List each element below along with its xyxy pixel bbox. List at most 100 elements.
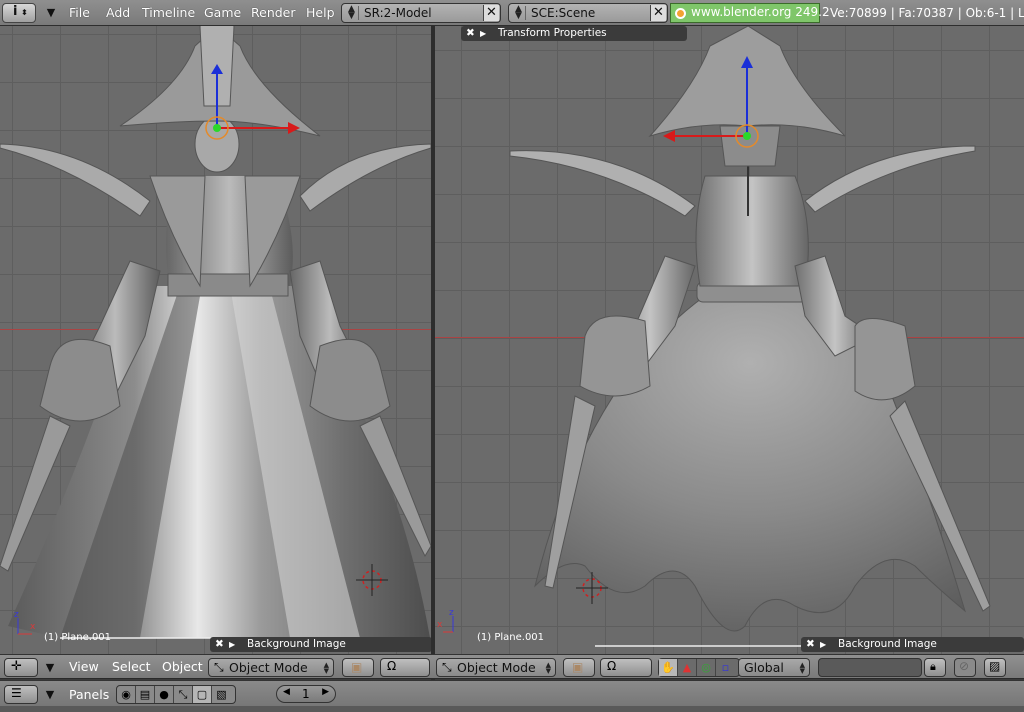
panels-menu[interactable]: Panels bbox=[69, 687, 109, 702]
context-buttons: ◉ ▤ ● ⤡ ▢ ▧ bbox=[116, 685, 236, 704]
bg-image-panel-header[interactable]: ✖ ▶ Background Image bbox=[210, 637, 431, 652]
menu-render[interactable]: Render bbox=[251, 3, 296, 23]
frame-value: 1 bbox=[302, 687, 310, 701]
close-icon[interactable]: ✖ bbox=[466, 26, 475, 41]
draw-type-button[interactable]: ▣ bbox=[563, 658, 595, 677]
magnet-icon: Ω bbox=[607, 659, 617, 673]
view3d-icon: ✛ bbox=[11, 659, 22, 674]
editor-type-button[interactable]: ☰ bbox=[4, 685, 38, 704]
snap-icon: ⊘ bbox=[959, 659, 970, 673]
object-label: (1) Plane.001 bbox=[44, 632, 112, 643]
manipulator-group: ✋ ▲ ◎ ▫ bbox=[658, 658, 740, 677]
arrow-right-icon[interactable]: ▶ bbox=[322, 687, 329, 697]
menu-view[interactable]: View bbox=[69, 659, 99, 674]
scrollbar-strip[interactable] bbox=[0, 706, 1024, 712]
draw-type-button[interactable]: ▣ bbox=[342, 658, 374, 677]
triangle-right-icon[interactable]: ▶ bbox=[480, 26, 486, 41]
cube-icon: ▣ bbox=[572, 660, 584, 674]
3d-view-header: ✛ ▼ View Select Object ⤡ Object Mode ▲ ▼ … bbox=[0, 654, 1024, 679]
triangle-right-icon[interactable]: ▶ bbox=[229, 637, 235, 652]
screen-name: SR:2-Model bbox=[364, 6, 432, 20]
menu-object[interactable]: Object bbox=[162, 659, 203, 674]
close-icon[interactable]: ✕ bbox=[483, 5, 499, 21]
shading-icon[interactable]: ● bbox=[155, 686, 174, 703]
menu-help[interactable]: Help bbox=[306, 3, 335, 23]
menu-select[interactable]: Select bbox=[112, 659, 151, 674]
close-icon[interactable]: ✖ bbox=[215, 637, 224, 652]
orientation-label: Global bbox=[744, 660, 784, 675]
blender-link[interactable]: www.blender.org 249.2 bbox=[670, 3, 830, 23]
character-model-back: z x bbox=[437, 26, 991, 647]
close-icon[interactable]: ✖ bbox=[806, 637, 815, 652]
svg-text:x: x bbox=[437, 620, 443, 630]
render-icon[interactable]: ▧ bbox=[212, 686, 231, 703]
editor-type-button[interactable]: ✛ bbox=[4, 658, 38, 677]
updown-icon: ▲ ▼ bbox=[345, 5, 359, 21]
menu-add[interactable]: Add bbox=[106, 3, 130, 23]
pivot-button[interactable]: Ω bbox=[600, 658, 652, 677]
mode-selector-right[interactable]: ⤡ Object Mode ▲ ▼ bbox=[436, 658, 556, 677]
scene-name: SCE:Scene bbox=[531, 6, 596, 20]
hand-icon[interactable]: ✋ bbox=[659, 659, 678, 676]
frame-field[interactable]: ◀ 1 ▶ bbox=[276, 685, 336, 703]
svg-text:z: z bbox=[449, 608, 454, 618]
viewport-back[interactable]: z x ✖ ▶ Transform Properties (1) Plane.0… bbox=[435, 26, 1024, 654]
character-model: z x bbox=[0, 26, 431, 639]
scale-icon[interactable]: ▫ bbox=[716, 659, 735, 676]
close-icon[interactable]: ✕ bbox=[650, 5, 666, 21]
chevron-updown-icon: ⬍ bbox=[21, 8, 28, 17]
transform-panel-title: Transform Properties bbox=[498, 27, 607, 39]
object-mode-icon: ⤡ bbox=[442, 660, 452, 674]
layer-buttons[interactable] bbox=[818, 658, 922, 677]
lock-icon: 🔒︎ bbox=[930, 660, 936, 673]
buttons-window-header: ☰ ▼ Panels ◉ ▤ ● ⤡ ▢ ▧ ◀ 1 ▶ bbox=[0, 680, 1024, 706]
screen-selector[interactable]: ▲ ▼ SR:2-Model ✕ bbox=[341, 3, 501, 23]
panel-icon: ☰ bbox=[11, 686, 22, 700]
mode-label: Object Mode bbox=[229, 660, 308, 675]
editing-icon[interactable]: ▢ bbox=[193, 686, 212, 703]
cube-icon: ▣ bbox=[351, 660, 363, 674]
scene-stats: Ve:70899 | Fa:70387 | Ob:6-1 | L bbox=[830, 6, 1024, 20]
editor-type-button[interactable]: i ⬍ bbox=[2, 3, 36, 23]
chevron-down-icon[interactable]: ▼ bbox=[44, 3, 58, 23]
updown-icon: ▲ ▼ bbox=[512, 5, 526, 21]
chevron-down-icon[interactable]: ▼ bbox=[43, 685, 57, 705]
arrow-left-icon[interactable]: ◀ bbox=[283, 687, 290, 697]
rotate-icon[interactable]: ◎ bbox=[697, 659, 716, 676]
triangle-right-icon[interactable]: ▶ bbox=[820, 637, 826, 652]
bg-image-title: Background Image bbox=[247, 638, 346, 650]
bg-image-panel-header[interactable]: ✖ ▶ Background Image bbox=[801, 637, 1024, 652]
version-text: www.blender.org 249.2 bbox=[691, 5, 830, 19]
mode-selector[interactable]: ⤡ Object Mode ▲ ▼ bbox=[208, 658, 334, 677]
object-icon[interactable]: ⤡ bbox=[174, 686, 193, 703]
info-header: i ⬍ ▼ File Add Timeline Game Render Help… bbox=[0, 0, 1024, 26]
render-button[interactable]: ▨ bbox=[984, 658, 1006, 677]
svg-text:z: z bbox=[14, 610, 19, 620]
image-icon: ▨ bbox=[989, 659, 1001, 673]
menu-timeline[interactable]: Timeline bbox=[142, 3, 195, 23]
object-label: (1) Plane.001 bbox=[477, 632, 545, 643]
transform-panel-header[interactable]: ✖ ▶ Transform Properties bbox=[461, 26, 687, 41]
logic-icon[interactable]: ◉ bbox=[117, 686, 136, 703]
updown-icon: ▲ ▼ bbox=[323, 661, 329, 675]
script-icon[interactable]: ▤ bbox=[136, 686, 155, 703]
orientation-selector[interactable]: Global ▲ ▼ bbox=[738, 658, 810, 677]
magnet-icon: Ω bbox=[387, 659, 397, 673]
lock-layers-button[interactable]: 🔒︎ bbox=[924, 658, 946, 677]
updown-icon: ▲ ▼ bbox=[799, 661, 805, 675]
object-mode-icon: ⤡ bbox=[214, 660, 224, 674]
menu-file[interactable]: File bbox=[69, 3, 90, 23]
mode-label: Object Mode bbox=[457, 660, 536, 675]
viewport-front[interactable]: z x (1) Plane.001 ✖ ▶ Background Image bbox=[0, 26, 431, 654]
chevron-down-icon[interactable]: ▼ bbox=[43, 658, 57, 678]
globe-icon bbox=[675, 8, 686, 19]
snap-button[interactable]: ⊘ bbox=[954, 658, 976, 677]
scene-selector[interactable]: ▲ ▼ SCE:Scene ✕ bbox=[508, 3, 668, 23]
svg-text:x: x bbox=[30, 622, 36, 632]
translate-icon[interactable]: ▲ bbox=[678, 659, 697, 676]
pivot-button[interactable]: Ω bbox=[380, 658, 430, 677]
info-icon: i bbox=[13, 4, 18, 19]
menu-game[interactable]: Game bbox=[204, 3, 241, 23]
updown-icon: ▲ ▼ bbox=[545, 661, 551, 675]
bg-image-title: Background Image bbox=[838, 638, 937, 650]
